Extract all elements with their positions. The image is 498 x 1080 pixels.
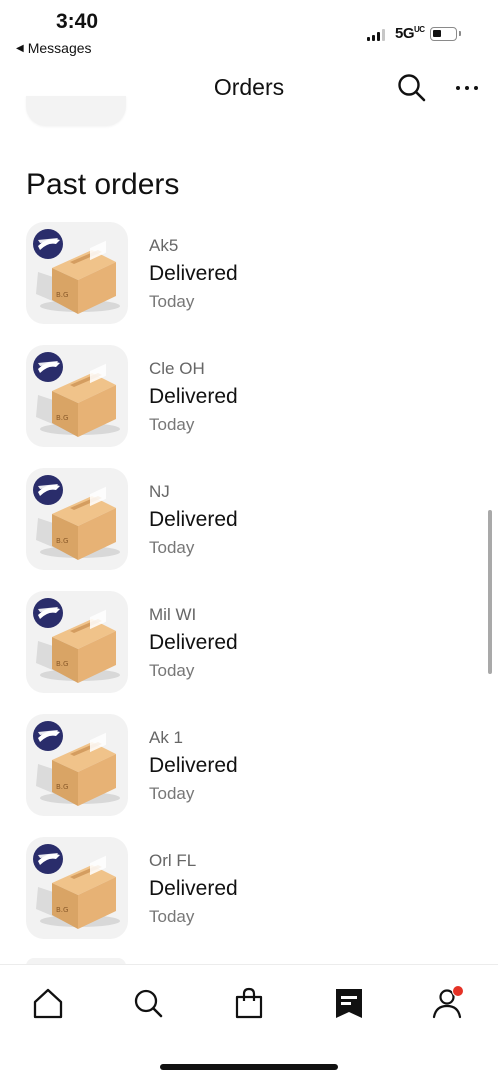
back-triangle-icon: ◀ (16, 42, 24, 54)
bottom-tab-bar (0, 964, 498, 1080)
tab-profile[interactable] (428, 983, 468, 1023)
network-superscript: UC (414, 25, 425, 34)
order-list-item[interactable]: B.G Orl FL Delivered Today (0, 837, 498, 960)
order-list-item[interactable]: B.G Ak 1 Delivered Today (0, 714, 498, 837)
search-icon (134, 989, 163, 1018)
order-date: Today (149, 415, 195, 434)
back-to-messages-label: Messages (27, 40, 92, 56)
svg-text:B.G: B.G (56, 537, 68, 545)
svg-text:B.G: B.G (56, 783, 68, 791)
home-indicator[interactable] (160, 1064, 338, 1070)
order-name: NJ (149, 482, 170, 501)
svg-text:B.G: B.G (56, 660, 68, 668)
order-list-item[interactable]: B.G Cle OH Delivered Today (0, 345, 498, 468)
scrollbar[interactable] (488, 510, 492, 674)
order-date: Today (149, 538, 195, 557)
order-status: Delivered (149, 754, 238, 777)
order-status: Delivered (149, 877, 238, 900)
cellular-signal-icon (367, 29, 385, 41)
section-title-past-orders: Past orders (26, 168, 180, 201)
status-time: 3:40 (56, 10, 99, 33)
order-name: Orl FL (149, 851, 197, 870)
usps-package-image: B.G (26, 345, 128, 447)
order-list-item[interactable]: B.G Ak5 Delivered Today (0, 222, 498, 345)
shopping-bag-icon (235, 987, 263, 1019)
order-name: Cle OH (149, 359, 205, 378)
order-name: Mil WI (149, 605, 197, 624)
order-name: Ak5 (149, 236, 179, 255)
home-icon (33, 988, 63, 1019)
order-name: Ak 1 (149, 728, 184, 747)
usps-package-image: B.G (26, 837, 128, 939)
usps-package-image: B.G (26, 591, 128, 693)
network-type: 5GUC (395, 25, 425, 42)
order-status: Delivered (149, 631, 238, 654)
order-list-item[interactable]: B.G Mil WI Delivered Today (0, 591, 498, 714)
status-bar: 3:40 ◀ Messages 5GUC (0, 0, 498, 62)
order-date: Today (149, 661, 195, 680)
tab-orders[interactable] (329, 983, 369, 1023)
tab-shop[interactable] (229, 983, 269, 1023)
battery-icon (430, 27, 461, 41)
tab-home[interactable] (28, 983, 68, 1023)
more-horizontal-icon[interactable] (452, 74, 482, 102)
order-status: Delivered (149, 508, 238, 531)
order-status: Delivered (149, 385, 238, 408)
tab-search[interactable] (128, 983, 168, 1023)
order-date: Today (149, 292, 195, 311)
order-list-item[interactable]: B.G NJ Delivered Today (0, 468, 498, 591)
search-icon[interactable] (396, 72, 428, 104)
previous-order-card-partial[interactable] (26, 96, 126, 126)
orders-receipt-icon (336, 989, 362, 1018)
network-label: 5G (395, 25, 415, 42)
past-orders-list: B.G Ak5 Delivered Today B.G Cle OH Deliv… (0, 222, 498, 960)
back-to-messages-link[interactable]: ◀ Messages (16, 40, 92, 56)
usps-package-image: B.G (26, 222, 128, 324)
svg-text:B.G: B.G (56, 414, 68, 422)
order-date: Today (149, 907, 195, 926)
order-date: Today (149, 784, 195, 803)
svg-text:B.G: B.G (56, 291, 68, 299)
usps-package-image: B.G (26, 468, 128, 570)
order-status: Delivered (149, 262, 238, 285)
notification-badge (452, 985, 464, 997)
usps-package-image: B.G (26, 714, 128, 816)
svg-text:B.G: B.G (56, 906, 68, 914)
